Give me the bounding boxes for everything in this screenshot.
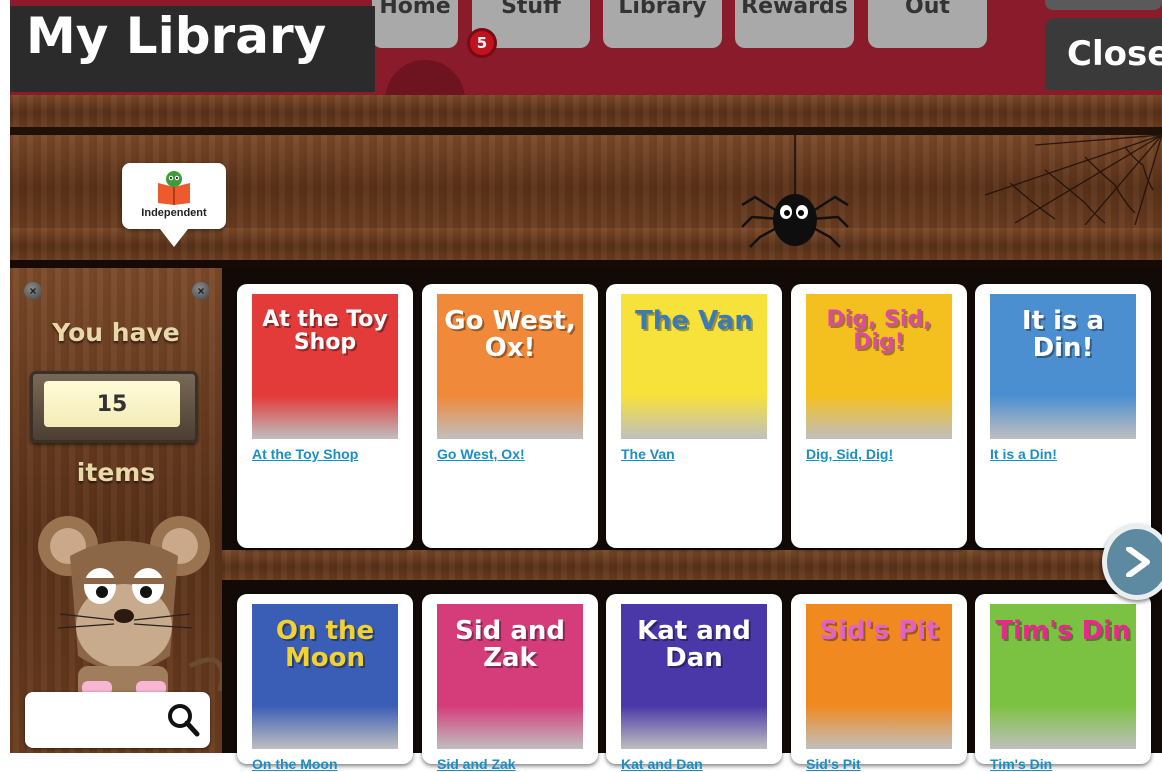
book-cover[interactable]: Dig, Sid, Dig! <box>806 294 952 439</box>
nav-tab-label: Rewards <box>741 0 848 19</box>
you-have-label: You have <box>52 318 180 347</box>
book-card[interactable]: At the Toy Shop At the Toy Shop <box>237 284 413 548</box>
mouse-mascot <box>38 516 225 706</box>
notification-badge: 5 <box>467 28 497 58</box>
next-page-button[interactable] <box>1102 524 1162 600</box>
book-icon <box>158 171 190 205</box>
book-card[interactable]: It is a Din! It is a Din! <box>975 284 1151 548</box>
screw-icon: × <box>192 282 210 300</box>
nav-tab-rewards[interactable]: Rewards <box>735 0 854 48</box>
sidebar-panel: × × You have 15 items <box>10 268 225 753</box>
book-cover[interactable]: The Van <box>621 294 767 439</box>
book-card[interactable]: Tim's Din Tim's Din <box>975 594 1151 772</box>
shelf-divider <box>222 550 1162 580</box>
book-cover-title: At the Toy Shop <box>262 307 388 356</box>
book-cover[interactable]: Sid and Zak <box>437 604 583 749</box>
book-title-link[interactable]: The Van <box>621 446 675 462</box>
nav-tab-library[interactable]: Library <box>603 0 722 48</box>
spider-icon <box>741 135 849 248</box>
shelf-top-board <box>10 95 1162 127</box>
search-icon[interactable] <box>165 702 201 738</box>
item-count-frame: 15 <box>30 371 198 443</box>
book-title-link[interactable]: Go West, Ox! <box>437 446 525 462</box>
book-cover-title: Sid and Zak <box>455 616 565 674</box>
shelf-gap <box>10 260 1162 268</box>
page-title: My Library <box>10 6 375 92</box>
item-count: 15 <box>44 381 180 427</box>
book-cover-title: On the Moon <box>275 616 375 674</box>
book-cover[interactable]: Sid's Pit <box>806 604 952 749</box>
book-title-link[interactable]: Sid's Pit <box>806 756 861 772</box>
search-box <box>25 692 210 748</box>
close-tab-top <box>1045 0 1162 10</box>
independent-shelf-tag[interactable]: Independent <box>122 163 226 247</box>
book-card[interactable]: Dig, Sid, Dig! Dig, Sid, Dig! <box>791 284 967 548</box>
book-cover-title: The Van <box>635 306 753 336</box>
book-cover-title: Dig, Sid, Dig! <box>826 307 932 356</box>
screw-icon: × <box>24 282 42 300</box>
cobweb-icon <box>984 135 1162 225</box>
book-title-link[interactable]: At the Toy Shop <box>252 446 358 462</box>
book-cover-title: It is a Din! <box>1021 306 1105 364</box>
book-title-link[interactable]: It is a Din! <box>990 446 1057 462</box>
book-cover[interactable]: Tim's Din <box>990 604 1136 749</box>
book-card[interactable]: Go West, Ox! Go West, Ox! <box>422 284 598 548</box>
book-card[interactable]: Sid's Pit Sid's Pit <box>791 594 967 772</box>
book-title-link[interactable]: Dig, Sid, Dig! <box>806 446 893 462</box>
book-cover[interactable]: Kat and Dan <box>621 604 767 749</box>
book-title-link[interactable]: Kat and Dan <box>621 756 703 772</box>
nav-tab-label: Stuff <box>501 0 561 19</box>
nav-tab-label: Home <box>379 0 451 19</box>
shelf-tag-label: Independent <box>141 207 207 219</box>
nav-tab-label: Library <box>618 0 707 19</box>
nav-tab-out[interactable]: Out <box>868 0 987 48</box>
shelf-shadow <box>10 127 1162 135</box>
nav-tab-home[interactable]: Home <box>372 0 458 48</box>
book-card[interactable]: Kat and Dan Kat and Dan <box>606 594 782 772</box>
book-card[interactable]: The Van The Van <box>606 284 782 548</box>
book-cover[interactable]: Go West, Ox! <box>437 294 583 439</box>
book-cover[interactable]: At the Toy Shop <box>252 294 398 439</box>
book-title-link[interactable]: Tim's Din <box>990 756 1052 772</box>
book-cover[interactable]: On the Moon <box>252 604 398 749</box>
book-cover[interactable]: It is a Din! <box>990 294 1136 439</box>
book-cover-title: Go West, Ox! <box>444 306 576 364</box>
book-title-link[interactable]: Sid and Zak <box>437 756 516 772</box>
book-card[interactable]: On the Moon On the Moon <box>237 594 413 772</box>
book-cover-title: Sid's Pit <box>819 616 939 646</box>
book-title-link[interactable]: On the Moon <box>252 756 338 772</box>
items-label: items <box>76 458 156 487</box>
book-card[interactable]: Sid and Zak Sid and Zak <box>422 594 598 772</box>
search-input[interactable] <box>35 704 164 736</box>
nav-tab-label: Out <box>905 0 950 19</box>
chevron-right-icon <box>1126 547 1150 577</box>
close-button[interactable]: Close <box>1045 18 1162 90</box>
book-cover-title: Tim's Din <box>995 616 1131 646</box>
book-cover-title: Kat and Dan <box>637 616 751 674</box>
